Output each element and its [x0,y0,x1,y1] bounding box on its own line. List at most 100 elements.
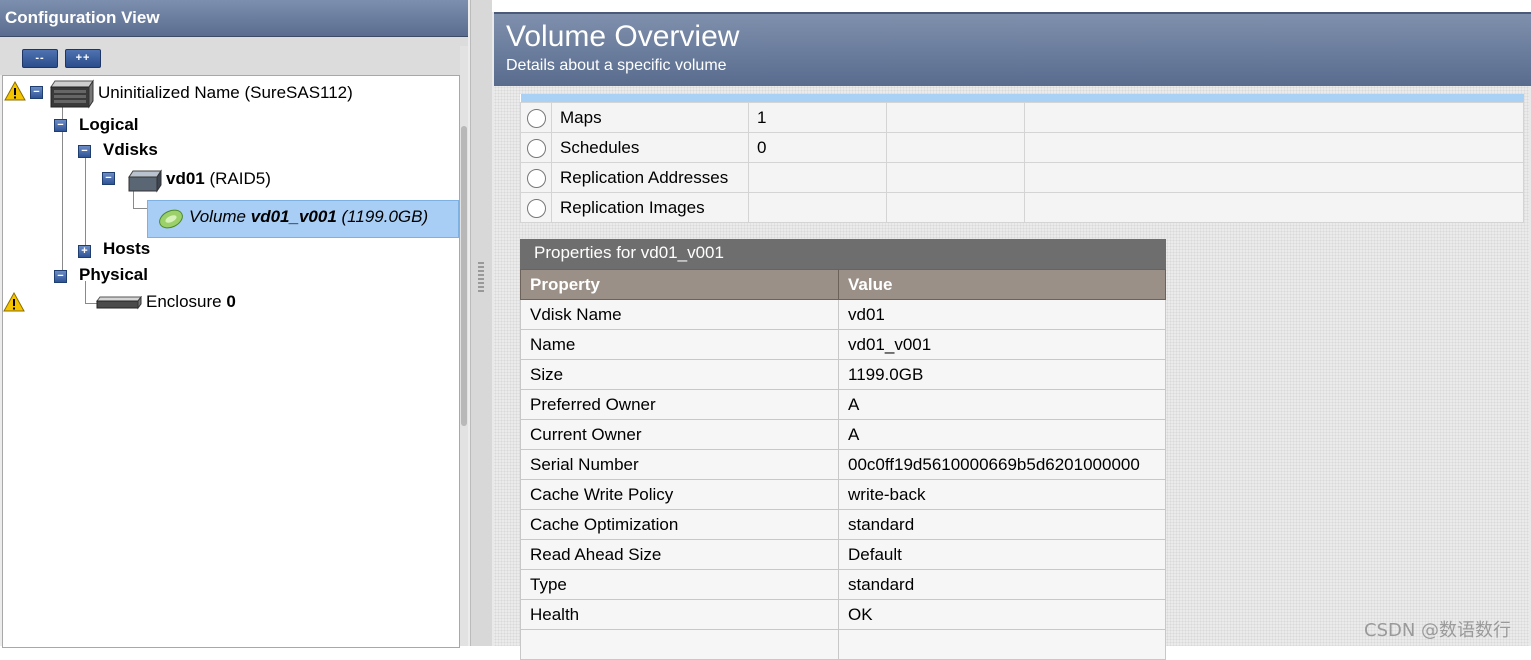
property-row: Serial Number 00c0ff19d5610000669b5d62010… [520,449,1166,480]
volume-label: Volume vd01_v001 (1199.0GB) [189,207,428,227]
component-name: Maps [551,102,749,133]
component-row[interactable]: Maps 1 [520,102,1524,133]
component-radio[interactable] [526,168,546,188]
property-value: Default [838,539,1166,570]
property-value: write-back [838,479,1166,510]
component-empty-cell [886,102,1025,133]
tree-node-volume-selected[interactable]: Volume vd01_v001 (1199.0GB) [147,200,459,238]
property-row: Read Ahead Size Default [520,539,1166,570]
component-empty-cell [886,192,1025,223]
component-row[interactable]: Replication Images [520,192,1524,223]
page-title: Volume Overview [506,20,740,53]
expander-minus-icon[interactable]: − [102,172,115,185]
tree-node-physical[interactable]: Physical [79,265,148,285]
component-name: Replication Images [551,192,749,223]
tree-node-system[interactable]: Uninitialized Name (SureSAS112) [98,83,353,103]
warning-icon [3,292,25,312]
component-name: Schedules [551,132,749,163]
configuration-view-panel: Configuration View -- ++ − Uninitialized… [0,0,470,648]
property-value [838,629,1166,660]
warning-icon [4,81,26,101]
property-name: Cache Write Policy [520,479,839,510]
tree-scrollbar[interactable] [460,46,468,646]
property-row: Type standard [520,569,1166,600]
volume-prefix: Volume [189,207,247,226]
property-value: standard [838,509,1166,540]
tree-node-logical[interactable]: Logical [79,115,139,135]
collapse-all-button[interactable]: -- [22,49,58,68]
tree-node-hosts[interactable]: Hosts [103,239,150,259]
component-radio[interactable] [526,108,546,128]
component-radio-cell[interactable] [520,192,552,223]
property-value: A [838,389,1166,420]
tree-node-vdisk[interactable]: vd01 (RAID5) [166,169,271,189]
component-empty-cell [1024,192,1524,223]
expander-plus-icon[interactable]: + [78,245,91,258]
column-header-value: Value [838,269,1166,300]
overview-content: Maps 1 Schedules 0 Replication Addresses Repl… [494,86,1529,660]
property-row: Current Owner A [520,419,1166,450]
property-name: Health [520,599,839,630]
expander-minus-icon[interactable]: − [78,145,91,158]
components-table-header-bar [520,94,1524,103]
configuration-tree: − Uninitialized Name (SureSAS112) − Logi… [2,75,460,648]
component-empty-cell [886,162,1025,193]
component-radio-cell[interactable] [520,102,552,133]
property-row: Cache Write Policy write-back [520,479,1166,510]
property-name: Serial Number [520,449,839,480]
component-radio[interactable] [526,138,546,158]
tree-node-enclosure[interactable]: Enclosure 0 [146,292,236,312]
components-table: Maps 1 Schedules 0 Replication Addresses Repl… [520,94,1524,223]
property-value: 00c0ff19d5610000669b5d6201000000 [838,449,1166,480]
volume-overview-panel: Volume Overview Details about a specific… [492,0,1531,660]
property-row: Name vd01_v001 [520,329,1166,360]
tree-node-vdisks[interactable]: Vdisks [103,140,158,160]
component-name: Replication Addresses [551,162,749,193]
property-value: A [838,419,1166,450]
vdisk-name: vd01 [166,169,205,188]
overview-header: Volume Overview Details about a specific… [494,12,1531,86]
server-icon [50,79,94,109]
enclosure-index: 0 [226,292,236,311]
volume-size: (1199.0GB) [341,207,429,226]
vdisk-raid: (RAID5) [209,169,271,188]
volume-icon [159,209,183,229]
page-subtitle: Details about a specific volume [506,57,727,74]
property-value: vd01 [838,299,1166,330]
component-radio-cell[interactable] [520,132,552,163]
properties-section: Properties for vd01_v001 Property Value … [520,239,1166,660]
tree-connector [133,208,147,209]
panel-splitter[interactable] [470,0,494,646]
property-value: 1199.0GB [838,359,1166,390]
properties-title: Properties for vd01_v001 [520,239,1166,269]
component-count [748,162,887,193]
property-name [520,629,839,660]
watermark: CSDN @数语数行 [1364,620,1512,641]
volume-name: vd01_v001 [250,207,337,226]
expander-minus-icon[interactable]: − [54,119,67,132]
component-empty-cell [1024,162,1524,193]
property-row: Size 1199.0GB [520,359,1166,390]
component-empty-cell [1024,132,1524,163]
component-row[interactable]: Schedules 0 [520,132,1524,163]
property-value: vd01_v001 [838,329,1166,360]
expander-minus-icon[interactable]: − [54,270,67,283]
property-row: Cache Optimization standard [520,509,1166,540]
tree-scrollbar-thumb[interactable] [461,126,467,426]
component-empty-cell [1024,102,1524,133]
component-radio[interactable] [526,198,546,218]
top-strip [492,0,1531,12]
property-row: Preferred Owner A [520,389,1166,420]
property-name: Vdisk Name [520,299,839,330]
component-row[interactable]: Replication Addresses [520,162,1524,193]
property-row: Health OK [520,599,1166,630]
splitter-grip-icon[interactable] [478,262,484,292]
component-count: 1 [748,102,887,133]
component-radio-cell[interactable] [520,162,552,193]
property-row: Vdisk Name vd01 [520,299,1166,330]
expand-all-button[interactable]: ++ [65,49,101,68]
property-name: Current Owner [520,419,839,450]
expander-minus-icon[interactable]: − [30,86,43,99]
configuration-view-title: Configuration View [5,8,160,27]
property-name: Cache Optimization [520,509,839,540]
